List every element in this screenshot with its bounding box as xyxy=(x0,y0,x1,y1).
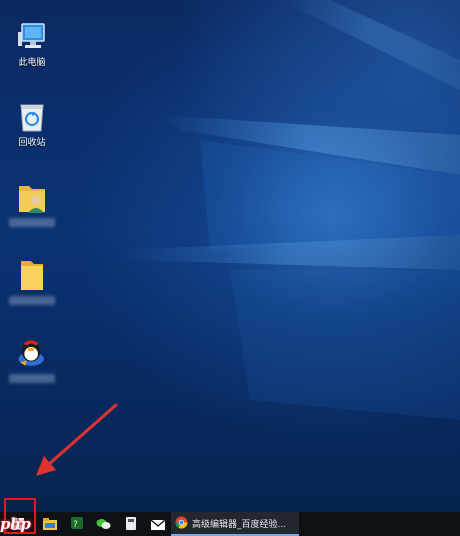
mail-icon xyxy=(150,515,165,534)
desktop-icon-label-blurred xyxy=(9,218,55,227)
taskbar: ? 高级编辑器_百度经验... xyxy=(0,512,460,536)
taskbar-mail[interactable] xyxy=(144,512,171,536)
wallpaper-light-rays xyxy=(120,0,460,420)
taskbar-file-explorer[interactable] xyxy=(36,512,63,536)
wechat-icon xyxy=(96,515,111,534)
file-explorer-icon xyxy=(42,515,57,534)
taskbar-calculator[interactable] xyxy=(117,512,144,536)
app-icon: ? xyxy=(70,515,84,534)
taskbar-app[interactable]: ? xyxy=(63,512,90,536)
desktop-icon-recycle-bin[interactable]: 回收站 xyxy=(3,100,61,149)
user-folder-icon xyxy=(15,180,49,214)
desktop-icon-qq[interactable] xyxy=(3,336,61,383)
qq-penguin-icon xyxy=(15,336,49,370)
folder-icon xyxy=(15,258,49,292)
calculator-icon xyxy=(125,515,136,534)
desktop-screen: 此电脑 回收站 ? 高级编辑器_百度经验... php xyxy=(0,0,460,536)
recycle-bin-icon xyxy=(15,100,49,134)
desktop-icon-label: 回收站 xyxy=(18,138,46,148)
desktop-icon-user-folder[interactable] xyxy=(3,180,61,227)
taskbar-wechat[interactable] xyxy=(90,512,117,536)
desktop-icon-label: 此电脑 xyxy=(18,58,46,68)
taskbar-active-window[interactable]: 高级编辑器_百度经验... xyxy=(171,512,299,536)
svg-text:?: ? xyxy=(73,520,78,530)
desktop-icon-label-blurred xyxy=(9,296,55,305)
desktop-icon-this-pc[interactable]: 此电脑 xyxy=(3,20,61,69)
php-watermark: php xyxy=(0,515,31,533)
desktop-wallpaper xyxy=(0,0,460,512)
active-window-title: 高级编辑器_百度经验... xyxy=(192,519,287,530)
computer-icon xyxy=(15,20,49,54)
desktop-icon-folder[interactable] xyxy=(3,258,61,305)
desktop-icon-label-blurred xyxy=(9,374,55,383)
chrome-icon xyxy=(175,514,188,533)
